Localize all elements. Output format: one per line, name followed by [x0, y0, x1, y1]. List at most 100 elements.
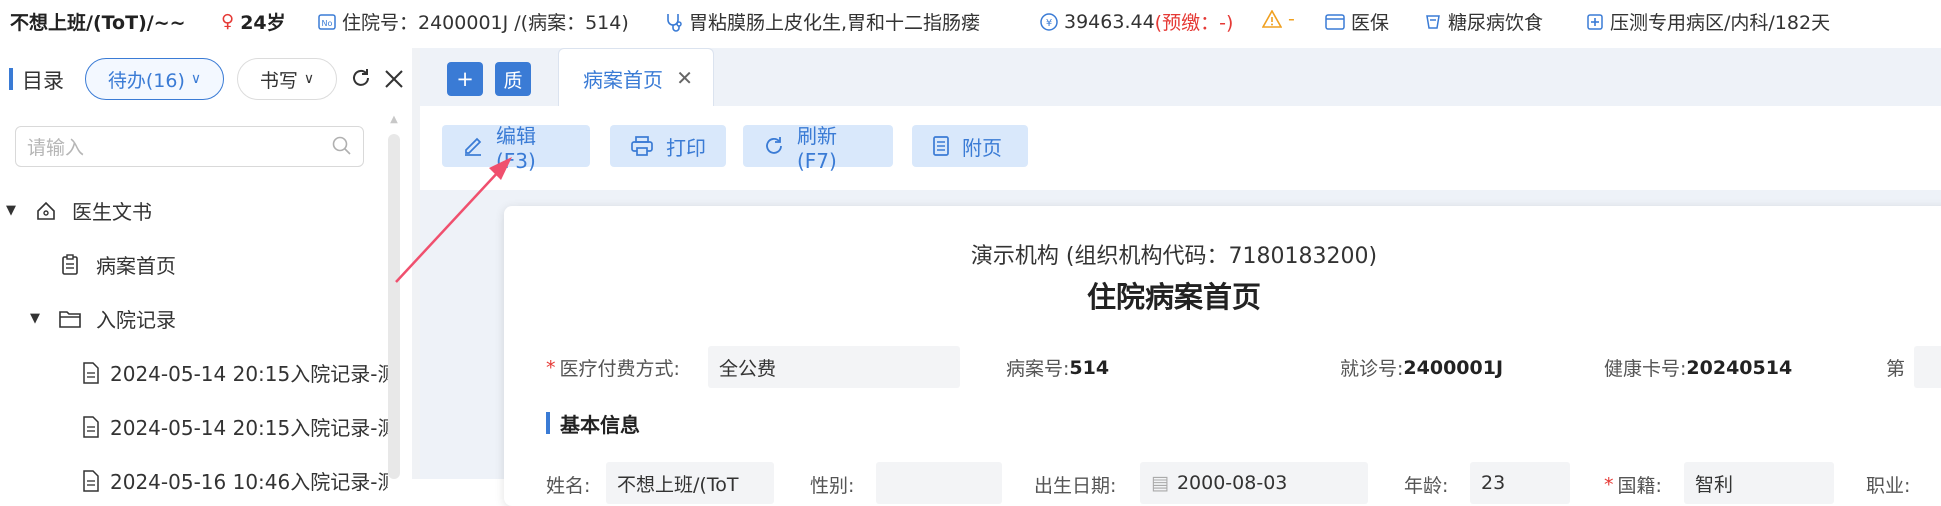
quality-button-label: 质 [503, 69, 523, 92]
ward-text: 压测专用病区/内科/182天 [1610, 12, 1831, 34]
birth-date-picker[interactable]: ▤ 2000-08-03 [1140, 462, 1368, 504]
payment-method-label: * 医疗付费方式: [546, 354, 680, 381]
attachment-page-button[interactable]: 附页 [912, 125, 1028, 167]
print-button-label: 打印 [666, 135, 706, 160]
tree-item-label: 入院记录 [96, 308, 176, 332]
list-document-icon [932, 135, 950, 157]
svg-text:No: No [322, 19, 333, 28]
tree-item-case-front-page[interactable]: 病案首页 [58, 250, 176, 279]
calendar-icon: ▤ [1151, 472, 1169, 494]
age-label-text: 年龄: [1404, 475, 1449, 497]
admission-times-label-text: 第 [1886, 358, 1906, 380]
balance-value: 39463.44 [1064, 10, 1155, 33]
form-title: 住院病案首页 [1086, 280, 1261, 314]
close-icon[interactable] [383, 66, 405, 96]
birth-date-label-text: 出生日期: [1034, 475, 1117, 497]
edit-button-label: 编辑(F3) [496, 123, 536, 173]
birth-date-value: 2000-08-03 [1176, 472, 1288, 494]
age-value: 23 [1481, 472, 1506, 494]
name-input[interactable]: 不想上班/(ToT [606, 462, 774, 504]
age-input[interactable]: 23 [1470, 462, 1570, 504]
prepayment-note: (预缴：-) [1154, 12, 1234, 34]
tree-item-record[interactable]: 2024-05-16 10:46入院记录-测 [82, 466, 388, 495]
tree-item-doctor-docs[interactable]: ▼ 医生文书 [6, 196, 152, 225]
admission-times-input[interactable] [1914, 346, 1941, 388]
quality-button[interactable]: 质 [495, 62, 531, 96]
payment-method-select[interactable]: 全公费 [708, 346, 960, 388]
tree-item-admission-records[interactable]: ▼ 入院记录 [30, 304, 176, 333]
chevron-down-icon: ∨ [303, 71, 315, 87]
name-label-text: 姓名: [546, 475, 591, 497]
id-badge-icon: No [318, 13, 336, 30]
insurance: 医保 [1325, 8, 1389, 35]
refresh-button[interactable]: 刷新(F7) [743, 124, 893, 173]
svg-text:¥: ¥ [1046, 18, 1052, 29]
health-card-label: 健康卡号: [1604, 358, 1687, 380]
sidebar-title-accent [9, 68, 13, 90]
caret-down-icon[interactable]: ▼ [6, 203, 18, 218]
nationality-value: 智利 [1695, 473, 1734, 496]
attachment-page-button-label: 附页 [962, 135, 1002, 160]
record-number: 病案号: 514 [1006, 354, 1109, 381]
tab-strip: + 质 病案首页 ✕ [420, 48, 1941, 107]
section-basic-info: 基本信息 [560, 413, 640, 437]
admission-times-label: 第 [1886, 354, 1905, 381]
diet-icon [1424, 13, 1442, 31]
close-tab-icon[interactable]: ✕ [676, 66, 693, 90]
nationality-label: * 国籍: [1604, 471, 1662, 498]
record-number-value: 514 [1069, 356, 1110, 379]
payment-method-value: 全公费 [719, 357, 777, 380]
diet: 糖尿病饮食 [1424, 8, 1543, 35]
occupation-label: 职业: [1866, 471, 1910, 498]
warning-triangle-icon [1262, 10, 1282, 28]
printer-icon [630, 135, 654, 157]
todo-filter-button[interactable]: 待办(16) ∨ [85, 58, 224, 100]
add-button[interactable]: + [447, 62, 483, 96]
search-icon[interactable] [331, 135, 353, 162]
gender-label-text: 性别: [810, 475, 855, 497]
directory-search-input[interactable]: 请输入 [15, 126, 364, 167]
pencil-icon [462, 135, 484, 157]
tab-case-front-page[interactable]: 病案首页 ✕ [558, 48, 714, 107]
scroll-up-arrow[interactable]: ▲ [388, 114, 400, 125]
home-icon [34, 199, 58, 223]
sidebar-title: 目录 [22, 69, 64, 93]
refresh-icon[interactable] [349, 66, 373, 96]
sidebar-divider[interactable] [412, 48, 420, 479]
case-front-page-form: 演示机构 (组织机构代码：7180183200) 住院病案首页 * 医疗付费方式… [504, 206, 1941, 506]
gender-label: 性别: [810, 471, 854, 498]
name-label: 姓名: [546, 471, 590, 498]
main-panel: + 质 病案首页 ✕ 编辑(F3) 打印 刷新(F7) 附页 演示机构 (组织机… [420, 48, 1941, 506]
nationality-select[interactable]: 智利 [1684, 462, 1834, 504]
sidebar-scrollbar[interactable] [388, 134, 400, 479]
tab-label: 病案首页 [583, 67, 663, 92]
hospital-icon [1586, 13, 1604, 31]
tree-item-record[interactable]: 2024-05-14 20:15入院记录-测 [82, 412, 388, 441]
visit-number-label: 就诊号: [1340, 358, 1404, 380]
diagnosis-text: 胃粘膜肠上皮化生,胃和十二指肠瘘 [689, 12, 981, 34]
write-dropdown-label: 书写 [259, 69, 298, 92]
document-icon [82, 415, 100, 439]
patient-age-value: 24岁 [240, 12, 286, 34]
write-dropdown-button[interactable]: 书写 ∨ [237, 58, 337, 100]
patient-age: ♀ 24岁 [221, 8, 286, 35]
document-toolbar: 编辑(F3) 打印 刷新(F7) 附页 [420, 106, 1941, 190]
admission-number: No 住院号：2400001J /(病案：514) [318, 8, 629, 35]
edit-button[interactable]: 编辑(F3) [442, 124, 590, 173]
gender-select[interactable] [876, 462, 1002, 504]
print-button[interactable]: 打印 [610, 125, 726, 167]
caret-down-icon[interactable]: ▼ [30, 311, 42, 326]
chevron-down-icon: ∨ [190, 71, 202, 87]
age-label: 年龄: [1404, 471, 1448, 498]
occupation-label-text: 职业: [1866, 475, 1911, 497]
yuan-coin-icon: ¥ [1040, 12, 1058, 31]
add-button-label: + [456, 67, 474, 91]
warning-indicator[interactable]: - [1262, 8, 1295, 30]
birth-date-label: 出生日期: [1034, 471, 1116, 498]
tree-item-record[interactable]: 2024-05-14 20:15入院记录-测 [82, 358, 388, 387]
patient-name: 不想上班/(ToT)/~~ [10, 12, 186, 34]
nationality-label-text: 国籍: [1617, 475, 1662, 497]
health-card: 健康卡号: 20240514 [1604, 354, 1792, 381]
payment-method-label-text: 医疗付费方式: [559, 358, 680, 380]
search-placeholder: 请输入 [27, 137, 85, 159]
